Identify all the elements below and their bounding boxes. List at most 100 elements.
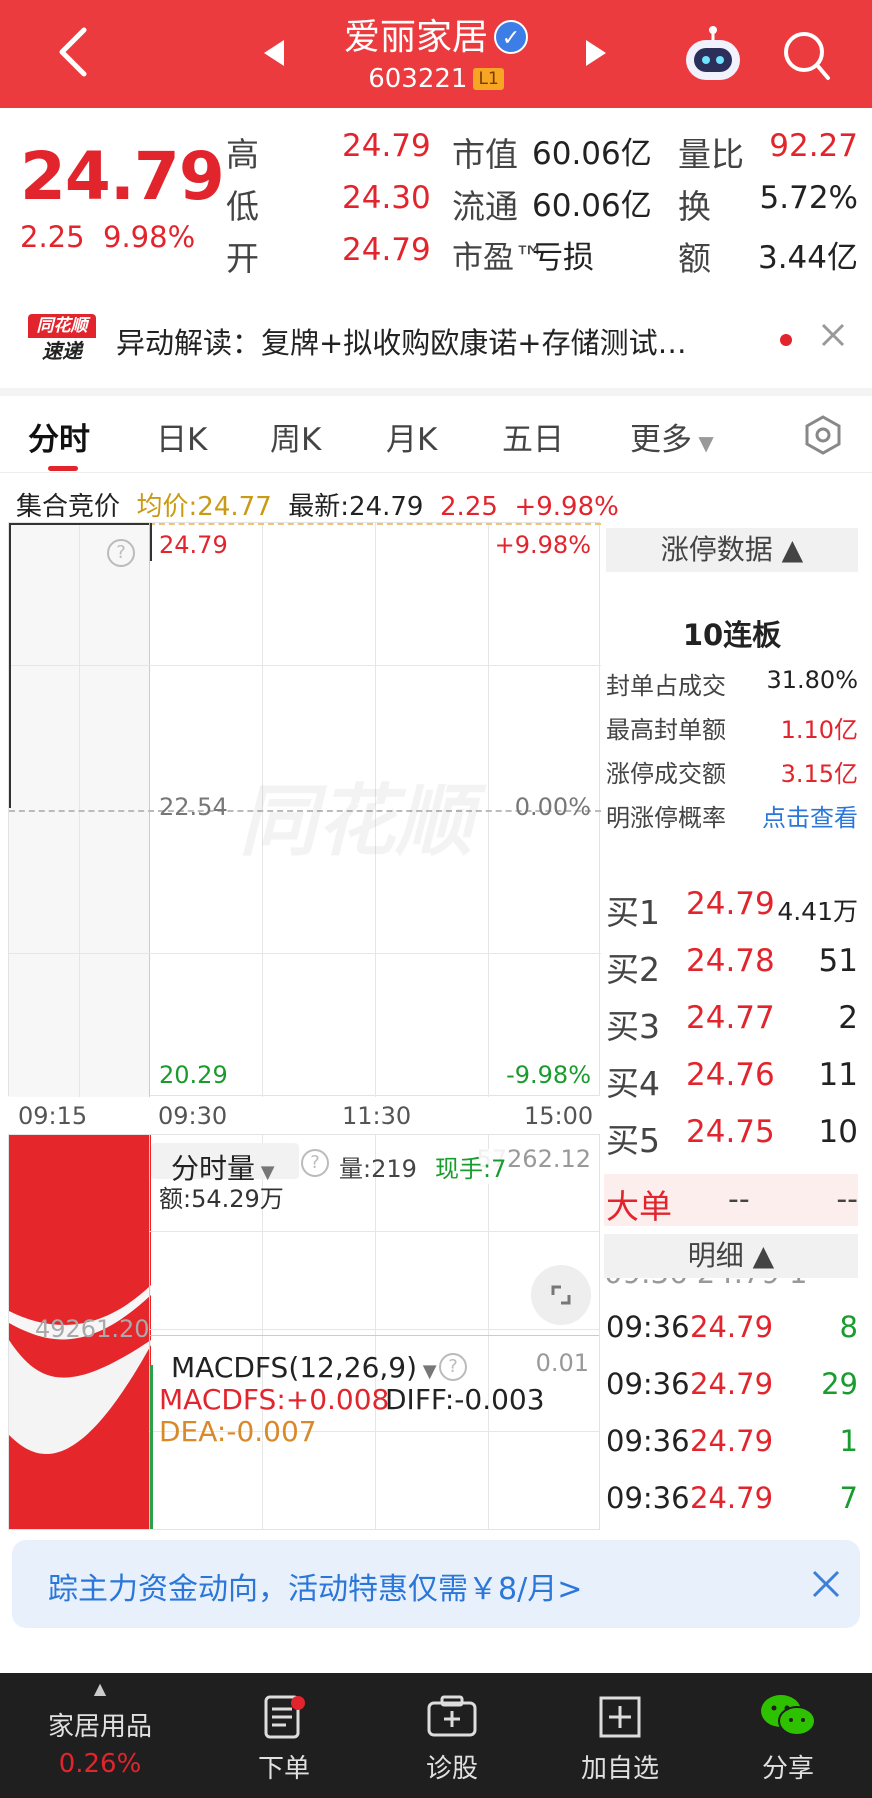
limit-data-header[interactable]: 涨停数据 ▲ bbox=[606, 528, 858, 572]
bid-volume: 10 bbox=[818, 1114, 858, 1150]
nav-industry[interactable]: ▲ 家居用品 0.26% bbox=[20, 1673, 180, 1798]
tab-more-label: 更多 bbox=[630, 422, 692, 458]
grid-line bbox=[9, 665, 601, 666]
logo-top: 同花顺 bbox=[28, 314, 96, 338]
bottom-pct-label: -9.98% bbox=[506, 1061, 591, 1089]
quote-value-v2: 60.06亿 bbox=[532, 136, 652, 172]
bid-row[interactable]: 买3 24.77 2 bbox=[606, 1000, 858, 1050]
bid-row[interactable]: 买1 24.79 4.41万 bbox=[606, 886, 858, 936]
nav-share[interactable]: 分享 bbox=[728, 1673, 848, 1798]
watermark: 同花顺 bbox=[239, 759, 473, 871]
help-icon[interactable]: ? bbox=[107, 539, 135, 567]
tab-daily-k[interactable]: 日K bbox=[156, 414, 207, 459]
app-header: 爱丽家居 ✓ 603221 L1 bbox=[0, 0, 872, 108]
quote-label-l2: 市值 bbox=[452, 135, 518, 174]
bid-volume: 2 bbox=[838, 1000, 858, 1036]
nav-add-watchlist[interactable]: 加自选 bbox=[560, 1673, 680, 1798]
detail-header[interactable]: 明细 ▲ bbox=[604, 1234, 858, 1278]
close-icon bbox=[821, 323, 845, 347]
news-banner[interactable]: 同花顺 速递 异动解读：复牌+拟收购欧康诺+存储测试… bbox=[0, 298, 872, 380]
price-change: 2.25 9.98% bbox=[20, 220, 195, 254]
bid-volume: 11 bbox=[818, 1057, 858, 1093]
trade-volume: 8 bbox=[839, 1310, 858, 1344]
mid-price-label: 22.54 bbox=[159, 793, 228, 821]
mid-pct-label: 0.00% bbox=[514, 793, 591, 821]
macd-max-label: 0.01 bbox=[535, 1349, 589, 1377]
nav-order-label: 下单 bbox=[257, 1754, 310, 1784]
quote-label-l2: 流通 bbox=[452, 187, 518, 226]
help-icon[interactable]: ? bbox=[439, 1353, 467, 1381]
current-hand: 现手:7 bbox=[435, 1149, 507, 1184]
news-close-button[interactable] bbox=[818, 320, 848, 354]
limit-row-label: 明涨停概率 bbox=[606, 804, 726, 832]
intraday-price-chart[interactable]: ? 24.79 +9.98% 22.54 0.00% 20.29 -9.98% … bbox=[8, 522, 601, 1097]
detail-title: 明细 ▲ bbox=[687, 1239, 775, 1272]
limit-row-value: 1.10亿 bbox=[780, 716, 858, 744]
level-badge: L1 bbox=[473, 68, 504, 90]
trade-volume: 7 bbox=[839, 1481, 858, 1515]
news-text: 异动解读：复牌+拟收购欧康诺+存储测试… bbox=[116, 326, 687, 360]
auction-label: 集合竞价 bbox=[16, 492, 121, 522]
help-icon[interactable]: ? bbox=[301, 1149, 329, 1177]
tab-monthly-k[interactable]: 月K bbox=[386, 414, 437, 459]
nav-add-watchlist-label: 加自选 bbox=[580, 1754, 659, 1784]
tab-more[interactable]: 更多 ▼ bbox=[630, 414, 714, 459]
chart-settings-button[interactable] bbox=[802, 414, 844, 460]
chart-info-bar: 集合竞价 均价:24.77 最新:24.79 2.25 +9.98% bbox=[16, 486, 619, 523]
dropdown-icon: ▼ bbox=[692, 431, 714, 455]
big-order-label: 大单 bbox=[606, 1187, 672, 1226]
expand-icon bbox=[551, 1285, 571, 1305]
trade-detail-row: 09:36 24.79 8 bbox=[606, 1310, 858, 1360]
quote-value-v1: 24.30 bbox=[342, 180, 431, 216]
limit-row-label: 封单占成交 bbox=[606, 672, 726, 700]
trade-price: 24.79 bbox=[690, 1310, 774, 1344]
tab-weekly-k[interactable]: 周K bbox=[270, 414, 321, 459]
time-label: 09:15 bbox=[18, 1102, 88, 1130]
quote-label-l3: 量比 bbox=[678, 135, 744, 174]
search-button[interactable] bbox=[780, 28, 832, 86]
bid-volume: 51 bbox=[818, 943, 858, 979]
quote-label-l1: 开 bbox=[226, 239, 259, 278]
bid-volume: 4.41万 bbox=[777, 897, 858, 926]
promo-banner[interactable]: 踪主力资金动向，活动特惠仅需￥8/月> bbox=[12, 1540, 860, 1628]
volume-macd-chart[interactable]: 分时量 ▼ ? 量:219 57262.12 现手:7 额:54.29万 492… bbox=[8, 1134, 600, 1530]
nav-diagnose[interactable]: 诊股 bbox=[392, 1673, 512, 1798]
nav-order[interactable]: 下单 bbox=[224, 1673, 344, 1798]
top-price-label: 24.79 bbox=[159, 531, 228, 559]
big-order-v2: -- bbox=[836, 1182, 858, 1217]
promo-text: 踪主力资金动向，活动特惠仅需￥8/月> bbox=[48, 1572, 583, 1607]
logo-bottom: 速递 bbox=[42, 339, 82, 363]
quote-value-v2: 60.06亿 bbox=[532, 188, 652, 224]
macd-value: MACDFS:+0.008 bbox=[159, 1383, 390, 1416]
nav-industry-change: 0.26% bbox=[58, 1749, 142, 1779]
trade-detail-row: 09:36 24.79 29 bbox=[606, 1367, 858, 1417]
tab-intraday[interactable]: 分时 bbox=[28, 414, 90, 459]
search-icon bbox=[784, 32, 830, 80]
quote-value-v1: 24.79 bbox=[342, 232, 431, 268]
auction-line bbox=[9, 523, 11, 808]
robot-assistant-button[interactable] bbox=[682, 22, 744, 88]
fullscreen-button[interactable] bbox=[531, 1265, 591, 1325]
macd-selector[interactable]: MACDFS(12,26,9) ▼ bbox=[171, 1351, 437, 1384]
promo-close-button[interactable] bbox=[810, 1568, 842, 1604]
big-order-v1: -- bbox=[728, 1182, 750, 1217]
trade-time: 09:36 bbox=[606, 1310, 690, 1344]
quote-value-v3: 5.72% bbox=[759, 180, 858, 216]
ths-express-logo: 同花顺 速递 bbox=[28, 314, 96, 368]
big-order-row[interactable]: 大单 -- -- bbox=[604, 1174, 858, 1226]
tab-five-day[interactable]: 五日 bbox=[502, 414, 564, 459]
bid-label: 买4 bbox=[606, 1064, 660, 1103]
bid-row[interactable]: 买4 24.76 11 bbox=[606, 1057, 858, 1107]
bid-row[interactable]: 买2 24.78 51 bbox=[606, 943, 858, 993]
order-icon bbox=[264, 1695, 305, 1739]
change-amount: 2.25 bbox=[20, 220, 85, 254]
bid-row[interactable]: 买5 24.75 10 bbox=[606, 1114, 858, 1164]
grid-line bbox=[488, 1135, 489, 1529]
bid-label: 买5 bbox=[606, 1121, 660, 1160]
grid-line bbox=[375, 1135, 376, 1529]
grid-line bbox=[9, 953, 601, 954]
volume-value: 量:219 bbox=[339, 1155, 417, 1183]
limit-probability-link[interactable]: 点击查看 bbox=[762, 798, 858, 833]
info-change: 2.25 bbox=[440, 492, 498, 522]
bottom-navigation: ▲ 家居用品 0.26% 下单 诊股 加自选 分享 bbox=[0, 1673, 872, 1798]
